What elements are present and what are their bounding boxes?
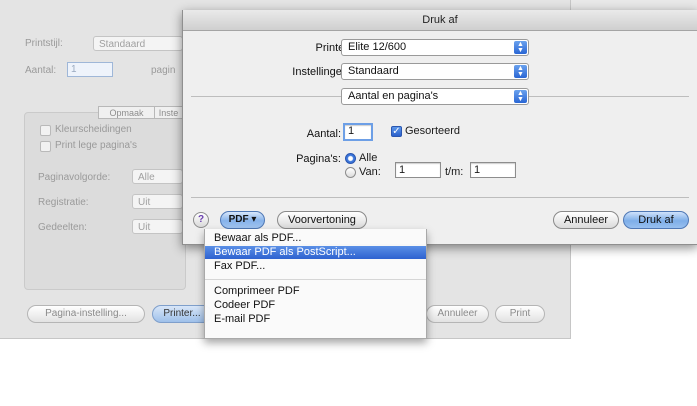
menu-item-encrypt-pdf[interactable]: Codeer PDF	[205, 299, 426, 312]
bg-page-order-label: Paginavolgorde:	[38, 172, 111, 183]
printer-label: Printer:	[315, 42, 351, 54]
pages-all-radio[interactable]	[345, 153, 356, 164]
bg-pages-label: pagin	[151, 65, 176, 76]
menu-item-more[interactable]	[205, 327, 426, 338]
section-value: Aantal en pagina's	[348, 90, 439, 102]
bg-registration-label: Registratie:	[38, 197, 89, 208]
bg-page-order-select[interactable]: Alle	[132, 169, 183, 184]
bg-blank-pages-label: Print lege pagina's	[55, 140, 137, 151]
window-edge	[571, 0, 697, 10]
bg-color-separations-checkbox[interactable]	[40, 125, 51, 136]
bg-blank-pages-checkbox[interactable]	[40, 141, 51, 152]
divider	[191, 197, 689, 198]
page-setup-button[interactable]: Pagina-instelling...	[27, 305, 145, 323]
menu-item-save-as-pdf[interactable]: Bewaar als PDF...	[205, 232, 426, 245]
printer-popup[interactable]: Elite 12/600 ▲ ▼	[341, 39, 529, 56]
pages-to-label: t/m:	[445, 166, 464, 178]
bg-cancel-button[interactable]: Annuleer	[426, 305, 489, 323]
presets-label: Instellingen:	[292, 66, 351, 78]
bg-parts-label: Gedeelten:	[38, 222, 87, 233]
bg-registration-select[interactable]: Uit	[132, 194, 183, 209]
collated-label: Gesorteerd	[405, 125, 461, 137]
divider	[529, 96, 689, 97]
pages-to-input[interactable]: 1	[470, 162, 516, 178]
help-icon[interactable]: ?	[193, 212, 209, 228]
menu-item-email-pdf[interactable]: E-mail PDF	[205, 313, 426, 326]
bg-tab-settings[interactable]: Inste	[155, 106, 183, 119]
popup-arrows-icon: ▲ ▼	[514, 90, 527, 103]
popup-arrows-icon: ▲ ▼	[514, 41, 527, 54]
copies-label: Aantal:	[306, 128, 341, 140]
menu-separator	[205, 279, 426, 280]
copies-input[interactable]: 1	[343, 123, 373, 141]
print-sheet: Druk af Printer: Elite 12/600 ▲ ▼ Instell…	[182, 10, 697, 245]
menu-item-fax-pdf[interactable]: Fax PDF...	[205, 260, 426, 273]
pdf-dropdown-menu: Bewaar als PDF... Bewaar PDF als PostScr…	[204, 229, 427, 339]
menu-item-compress-pdf[interactable]: Comprimeer PDF	[205, 285, 426, 298]
print-button[interactable]: Druk af	[623, 211, 689, 229]
pages-label: Pagina's:	[296, 153, 341, 165]
pages-range-radio[interactable]	[345, 167, 356, 178]
printer-style-select[interactable]: Standaard	[93, 36, 183, 51]
bg-printer-button[interactable]: Printer...	[152, 305, 212, 323]
pages-from-input[interactable]: 1	[395, 162, 441, 178]
section-popup[interactable]: Aantal en pagina's ▲ ▼	[341, 88, 529, 105]
bg-copies-label: Aantal:	[25, 65, 57, 76]
printer-style-label: Printstijl:	[25, 38, 63, 49]
presets-popup[interactable]: Standaard ▲ ▼	[341, 63, 529, 80]
collated-checkbox[interactable]: ✓	[391, 126, 402, 137]
printer-value: Elite 12/600	[348, 41, 407, 53]
bg-copies-input[interactable]: 1	[67, 62, 113, 77]
pages-all-label: Alle	[359, 152, 378, 164]
pages-from-label: Van:	[359, 166, 381, 178]
cancel-button[interactable]: Annuleer	[553, 211, 619, 229]
preview-button[interactable]: Voorvertoning	[277, 211, 367, 229]
sheet-title: Druk af	[183, 10, 697, 31]
bg-parts-select[interactable]: Uit	[132, 219, 183, 234]
bg-print-button[interactable]: Print	[495, 305, 545, 323]
popup-arrows-icon: ▲ ▼	[514, 65, 527, 78]
bg-tab-layout[interactable]: Opmaak	[98, 106, 155, 119]
menu-item-save-pdf-as-postscript[interactable]: Bewaar PDF als PostScript...	[205, 246, 426, 259]
presets-value: Standaard	[348, 65, 399, 77]
divider	[191, 96, 341, 97]
pdf-menu-button[interactable]: PDF ▾	[220, 211, 265, 229]
bg-color-separations-label: Kleurscheidingen	[55, 124, 132, 135]
